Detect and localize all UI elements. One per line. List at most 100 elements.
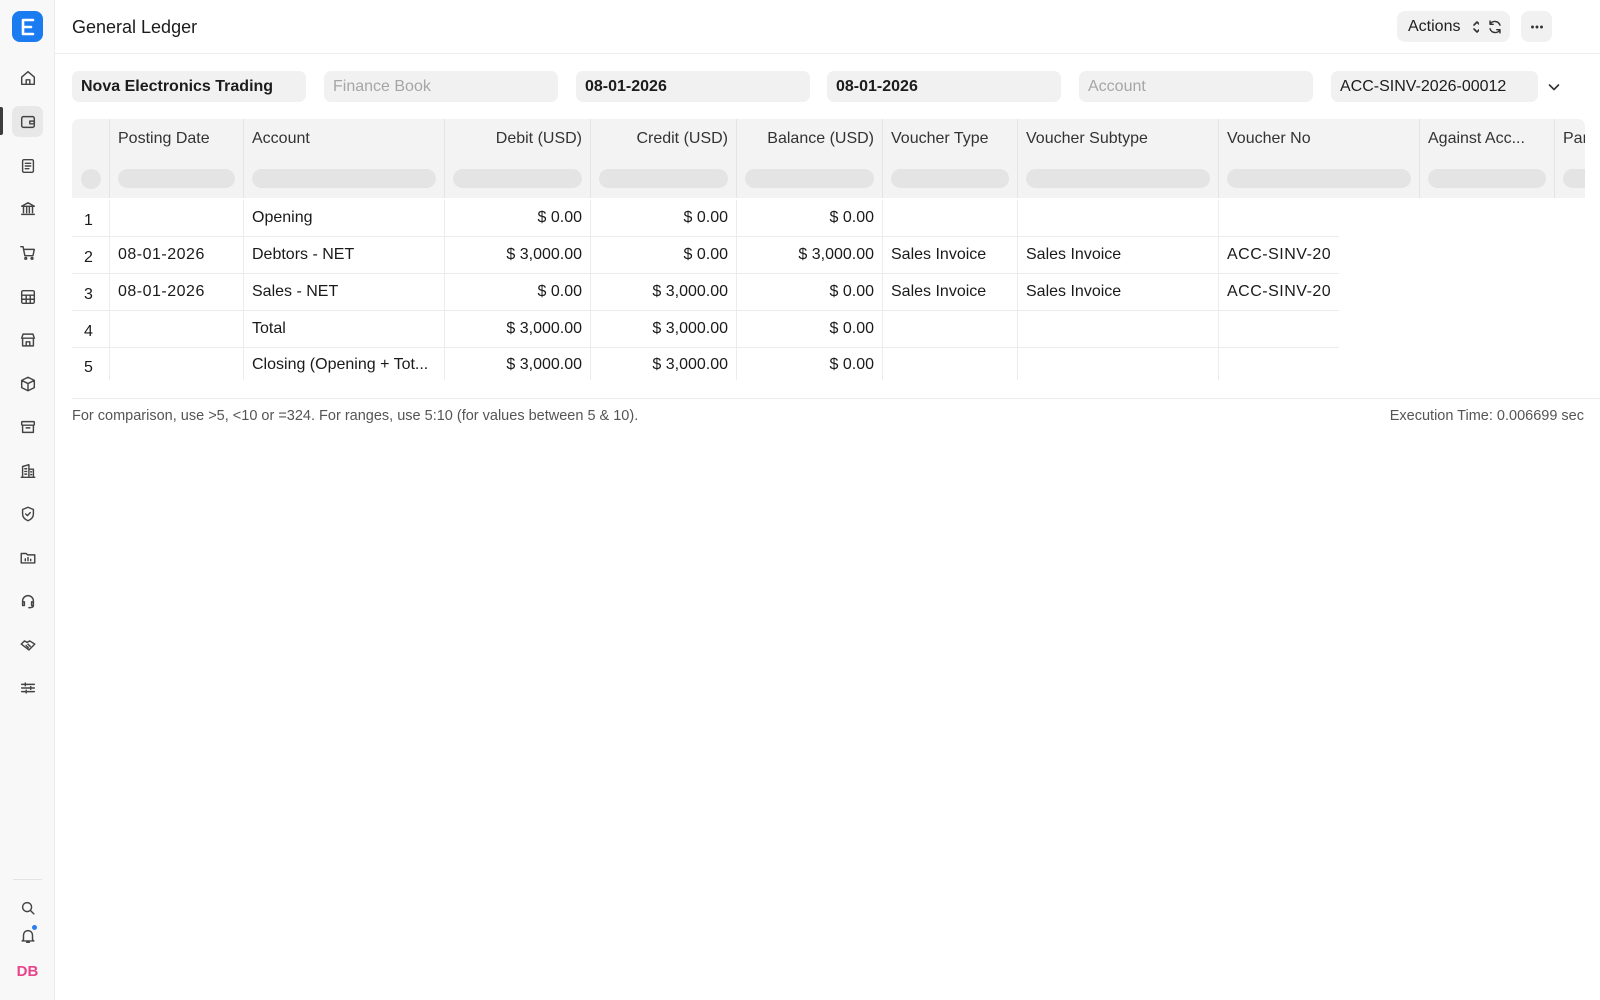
- sidebar-item-home[interactable]: [12, 62, 43, 93]
- footer-divider: [72, 398, 1600, 399]
- cell-credit[interactable]: $ 3,000.00: [591, 274, 737, 310]
- table-row[interactable]: 2 08-01-2026 Debtors - NET $ 3,000.00 $ …: [72, 237, 1339, 274]
- cell-balance[interactable]: $ 0.00: [737, 274, 883, 310]
- column-header-against-account[interactable]: Against Acc...: [1420, 119, 1555, 159]
- row-index: 5: [72, 348, 110, 380]
- cell-account[interactable]: Opening: [244, 200, 445, 236]
- cell-voucher-no[interactable]: [1219, 311, 1339, 347]
- cell-account[interactable]: Total: [244, 311, 445, 347]
- cell-posting-date[interactable]: 08-01-2026: [110, 237, 244, 273]
- column-filter-posting-date[interactable]: [110, 159, 244, 198]
- cell-credit[interactable]: $ 3,000.00: [591, 311, 737, 347]
- cell-voucher-subtype[interactable]: [1018, 311, 1219, 347]
- cell-debit[interactable]: $ 3,000.00: [445, 348, 591, 380]
- cell-account[interactable]: Sales - NET: [244, 274, 445, 310]
- column-filter-voucher-no[interactable]: [1219, 159, 1420, 198]
- bank-icon: [20, 201, 35, 215]
- sidebar-item-selling[interactable]: [12, 324, 43, 355]
- table-row[interactable]: 5 Closing (Opening + Tot... $ 3,000.00 $…: [72, 348, 1339, 380]
- column-filter-account[interactable]: [244, 159, 445, 198]
- cell-posting-date[interactable]: 08-01-2026: [110, 274, 244, 310]
- sidebar-item-documents[interactable]: [12, 150, 43, 181]
- notification-dot: [31, 924, 38, 931]
- sidebar-item-assets[interactable]: [12, 411, 43, 442]
- cell-credit[interactable]: $ 0.00: [591, 237, 737, 273]
- company-filter[interactable]: Nova Electronics Trading: [72, 71, 306, 102]
- app-logo[interactable]: [12, 11, 43, 42]
- cell-account[interactable]: Closing (Opening + Tot...: [244, 348, 445, 380]
- finance-book-filter[interactable]: Finance Book: [324, 71, 558, 102]
- column-header-credit[interactable]: Credit (USD): [591, 119, 737, 159]
- cell-posting-date[interactable]: [110, 200, 244, 236]
- cell-voucher-no[interactable]: [1219, 348, 1339, 380]
- cell-credit[interactable]: $ 3,000.00: [591, 348, 737, 380]
- column-header-voucher-no[interactable]: Voucher No: [1219, 119, 1420, 159]
- column-header-index: [72, 119, 110, 159]
- cell-voucher-no[interactable]: ACC-SINV-20: [1219, 237, 1339, 273]
- cell-voucher-no[interactable]: ACC-SINV-20: [1219, 274, 1339, 310]
- sidebar-item-reports[interactable]: [12, 281, 43, 312]
- row-select-all[interactable]: [72, 159, 110, 198]
- cell-account[interactable]: Debtors - NET: [244, 237, 445, 273]
- cell-voucher-subtype[interactable]: [1018, 200, 1219, 236]
- table-row[interactable]: 4 Total $ 3,000.00 $ 3,000.00 $ 0.00: [72, 311, 1339, 348]
- cell-voucher-no[interactable]: [1219, 200, 1339, 236]
- cell-voucher-subtype[interactable]: Sales Invoice: [1018, 237, 1219, 273]
- cell-balance[interactable]: $ 0.00: [737, 348, 883, 380]
- cell-voucher-subtype[interactable]: [1018, 348, 1219, 380]
- sidebar-search[interactable]: [12, 892, 43, 923]
- column-filter-balance[interactable]: [737, 159, 883, 198]
- refresh-button[interactable]: [1479, 11, 1510, 42]
- cell-balance[interactable]: $ 3,000.00: [737, 237, 883, 273]
- column-header-voucher-subtype[interactable]: Voucher Subtype: [1018, 119, 1219, 159]
- sidebar-item-banking[interactable]: [12, 193, 43, 224]
- column-filter-voucher-type[interactable]: [883, 159, 1018, 198]
- column-header-posting-date[interactable]: Posting Date: [110, 119, 244, 159]
- voucher-no-filter[interactable]: ACC-SINV-2026-00012: [1331, 71, 1538, 102]
- cell-voucher-type[interactable]: Sales Invoice: [883, 237, 1018, 273]
- cell-voucher-type[interactable]: [883, 311, 1018, 347]
- cell-debit[interactable]: $ 3,000.00: [445, 237, 591, 273]
- cell-credit[interactable]: $ 0.00: [591, 200, 737, 236]
- cell-voucher-type[interactable]: [883, 348, 1018, 380]
- cell-voucher-type[interactable]: Sales Invoice: [883, 274, 1018, 310]
- column-header-party[interactable]: Par: [1555, 119, 1585, 159]
- sidebar-item-crm[interactable]: [12, 629, 43, 660]
- column-header-debit[interactable]: Debit (USD): [445, 119, 591, 159]
- sidebar-item-settings[interactable]: [12, 672, 43, 703]
- cell-posting-date[interactable]: [110, 348, 244, 380]
- sidebar-notifications[interactable]: [12, 920, 43, 951]
- table-row[interactable]: 1 Opening $ 0.00 $ 0.00 $ 0.00: [72, 200, 1339, 237]
- cell-debit[interactable]: $ 3,000.00: [445, 311, 591, 347]
- cell-debit[interactable]: $ 0.00: [445, 274, 591, 310]
- account-filter[interactable]: Account: [1079, 71, 1313, 102]
- cell-balance[interactable]: $ 0.00: [737, 311, 883, 347]
- more-filters-toggle[interactable]: [1544, 77, 1564, 97]
- sidebar-item-buying[interactable]: [12, 237, 43, 268]
- row-index: 3: [72, 274, 110, 310]
- sidebar-item-quality[interactable]: [12, 498, 43, 529]
- cell-balance[interactable]: $ 0.00: [737, 200, 883, 236]
- cell-debit[interactable]: $ 0.00: [445, 200, 591, 236]
- sidebar-item-projects[interactable]: [12, 542, 43, 573]
- user-avatar[interactable]: DB: [12, 956, 43, 987]
- column-header-account[interactable]: Account: [244, 119, 445, 159]
- column-filter-voucher-subtype[interactable]: [1018, 159, 1219, 198]
- column-filter-credit[interactable]: [591, 159, 737, 198]
- from-date-filter[interactable]: 08-01-2026: [576, 71, 810, 102]
- sidebar-item-organization[interactable]: [12, 455, 43, 486]
- sidebar-item-support[interactable]: [12, 585, 43, 616]
- column-header-voucher-type[interactable]: Voucher Type: [883, 119, 1018, 159]
- sidebar-item-stock[interactable]: [12, 368, 43, 399]
- cell-voucher-type[interactable]: [883, 200, 1018, 236]
- sidebar-item-accounting[interactable]: [12, 106, 43, 137]
- column-header-balance[interactable]: Balance (USD): [737, 119, 883, 159]
- column-filter-debit[interactable]: [445, 159, 591, 198]
- column-filter-party[interactable]: [1555, 159, 1585, 198]
- table-row[interactable]: 3 08-01-2026 Sales - NET $ 0.00 $ 3,000.…: [72, 274, 1339, 311]
- cell-voucher-subtype[interactable]: Sales Invoice: [1018, 274, 1219, 310]
- column-filter-against-account[interactable]: [1420, 159, 1555, 198]
- to-date-filter[interactable]: 08-01-2026: [827, 71, 1061, 102]
- cell-posting-date[interactable]: [110, 311, 244, 347]
- more-options-button[interactable]: [1521, 11, 1552, 42]
